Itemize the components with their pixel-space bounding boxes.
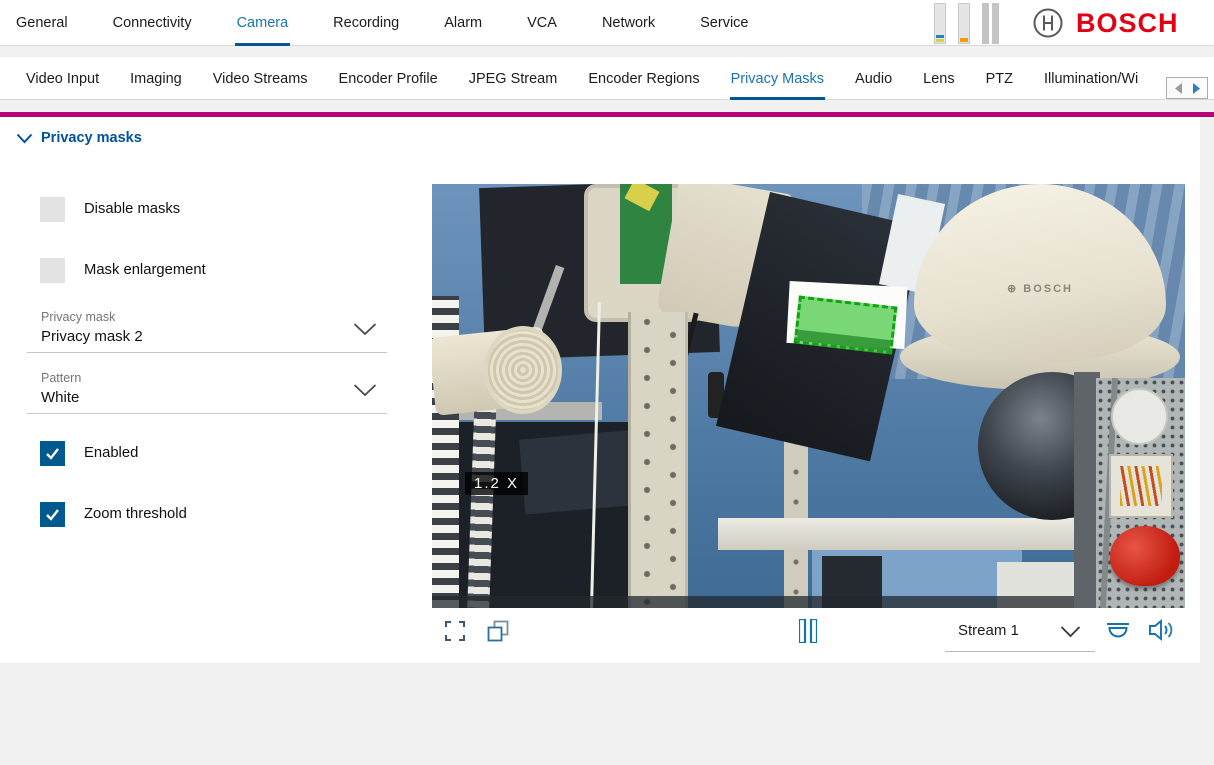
privacy-masks-section-header[interactable]: Privacy masks — [16, 130, 142, 146]
zoom-threshold-checkbox[interactable] — [40, 502, 65, 527]
pause-icon[interactable] — [799, 619, 817, 643]
tab-general[interactable]: General — [14, 0, 70, 46]
subtab-jpeg-stream-label: JPEG Stream — [469, 71, 558, 87]
pattern-select-label: Pattern — [41, 371, 81, 385]
subtab-illumination[interactable]: Illumination/Wi — [1043, 57, 1139, 100]
privacy-mask-select-label: Privacy mask — [41, 310, 115, 324]
subtab-encoder-profile[interactable]: Encoder Profile — [338, 57, 439, 100]
tab-recording[interactable]: Recording — [331, 0, 401, 46]
collapse-chevron-icon — [16, 133, 33, 144]
enabled-checkbox[interactable] — [40, 441, 65, 466]
subtab-ptz[interactable]: PTZ — [985, 57, 1014, 100]
storage-load-gauge — [958, 3, 970, 44]
bosch-logo: BOSCH — [1032, 7, 1179, 39]
subnav-scroll-control — [1166, 77, 1208, 99]
dome-logo-icon: ⊕ — [1007, 283, 1018, 295]
fullscreen-icon[interactable] — [444, 620, 466, 642]
disable-masks-checkbox[interactable] — [40, 197, 65, 222]
subtab-lens-label: Lens — [923, 71, 954, 87]
subtab-video-input[interactable]: Video Input — [25, 57, 100, 100]
scene-red-alarm-bell — [1110, 526, 1180, 586]
video-preview[interactable]: ⊕ BOSCH 1.2 X — [432, 184, 1185, 608]
bosch-logo-text: BOSCH — [1076, 8, 1179, 39]
subtab-jpeg-stream[interactable]: JPEG Stream — [468, 57, 559, 100]
tab-camera[interactable]: Camera — [235, 0, 291, 46]
tab-vca-label: VCA — [527, 15, 557, 31]
dome-brand-text: BOSCH — [1023, 283, 1073, 295]
pattern-select[interactable]: Pattern White — [27, 367, 387, 414]
tab-service-label: Service — [700, 15, 748, 31]
subtab-lens[interactable]: Lens — [922, 57, 955, 100]
subtab-privacy-masks-label: Privacy Masks — [731, 71, 824, 87]
privacy-mask-select[interactable]: Privacy mask Privacy mask 2 — [27, 306, 387, 353]
stream-select-underline — [945, 651, 1095, 652]
speaker-icon[interactable] — [1147, 617, 1175, 643]
tab-alarm-label: Alarm — [444, 15, 482, 31]
gauge-bar-4 — [992, 3, 999, 44]
scene-junction-wires — [1120, 466, 1162, 506]
snapshot-icon[interactable] — [486, 619, 510, 643]
subtab-imaging-label: Imaging — [130, 71, 182, 87]
scene-smoke-detector — [1111, 388, 1168, 445]
subtab-video-input-label: Video Input — [26, 71, 99, 87]
zoom-level-osd: 1.2 X — [465, 472, 528, 495]
gauge-yellow-segment — [936, 39, 944, 42]
camera-settings-page: General Connectivity Camera Recording Al… — [0, 0, 1214, 765]
subtab-privacy-masks[interactable]: Privacy Masks — [730, 57, 825, 100]
tab-general-label: General — [16, 15, 68, 31]
encoder-load-gauge — [934, 3, 946, 44]
checkmark-icon — [45, 508, 60, 521]
mask-enlargement-label: Mask enlargement — [84, 262, 206, 278]
chevron-down-icon — [353, 384, 377, 397]
privacy-mask-select-value: Privacy mask 2 — [41, 328, 143, 345]
tab-network[interactable]: Network — [600, 0, 657, 46]
tab-connectivity[interactable]: Connectivity — [111, 0, 194, 46]
subtab-video-streams-label: Video Streams — [213, 71, 308, 87]
dome-camera-icon[interactable] — [1104, 620, 1132, 642]
scroll-left-icon[interactable] — [1174, 82, 1183, 95]
subtab-video-streams[interactable]: Video Streams — [212, 57, 309, 100]
tab-vca[interactable]: VCA — [525, 0, 559, 46]
subtab-encoder-regions[interactable]: Encoder Regions — [587, 57, 700, 100]
camera-sub-nav-bar: Video Input Imaging Video Streams Encode… — [0, 57, 1214, 100]
scroll-right-icon[interactable] — [1192, 82, 1201, 95]
tab-service[interactable]: Service — [698, 0, 750, 46]
subtab-illumination-label: Illumination/Wi — [1044, 71, 1138, 87]
top-bar: General Connectivity Camera Recording Al… — [0, 0, 1214, 46]
tab-connectivity-label: Connectivity — [113, 15, 192, 31]
checkmark-icon — [45, 447, 60, 460]
load-gauges — [934, 3, 1002, 44]
subtab-imaging[interactable]: Imaging — [129, 57, 183, 100]
stream-select[interactable]: Stream 1 — [958, 622, 1019, 639]
zoom-threshold-label: Zoom threshold — [84, 506, 187, 522]
tab-alarm[interactable]: Alarm — [442, 0, 484, 46]
dome-camera-brand: ⊕ BOSCH — [914, 282, 1166, 295]
tab-network-label: Network — [602, 15, 655, 31]
camera-sub-nav: Video Input Imaging Video Streams Encode… — [25, 57, 1139, 100]
subtab-encoder-regions-label: Encoder Regions — [588, 71, 699, 87]
gauge-bar-3 — [982, 3, 989, 44]
scene-floor-shadow — [432, 596, 1185, 608]
gauge-blue-segment — [936, 35, 944, 38]
scene-spotlight-face — [484, 326, 562, 414]
scene-rack-post-center — [628, 312, 688, 608]
pattern-select-value: White — [41, 389, 79, 406]
subtab-encoder-profile-label: Encoder Profile — [339, 71, 438, 87]
enabled-label: Enabled — [84, 445, 138, 461]
subtab-audio-label: Audio — [855, 71, 892, 87]
gauge-orange-segment — [960, 38, 968, 42]
subtab-audio[interactable]: Audio — [854, 57, 893, 100]
subtab-ptz-label: PTZ — [986, 71, 1013, 87]
section-title: Privacy masks — [41, 130, 142, 146]
tab-camera-label: Camera — [237, 15, 289, 31]
stream-chevron-down-icon[interactable] — [1060, 626, 1081, 638]
disable-masks-label: Disable masks — [84, 201, 180, 217]
mask-enlargement-checkbox[interactable] — [40, 258, 65, 283]
bosch-logo-icon — [1032, 7, 1064, 39]
main-nav: General Connectivity Camera Recording Al… — [14, 0, 751, 46]
chevron-down-icon — [353, 323, 377, 336]
tab-recording-label: Recording — [333, 15, 399, 31]
